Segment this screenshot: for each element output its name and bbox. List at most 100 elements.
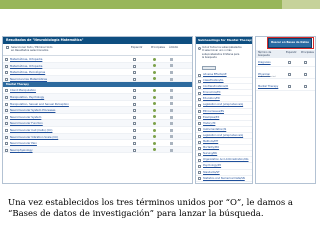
major-topic-icon[interactable]	[153, 141, 156, 145]
major-topic-icon[interactable]	[153, 135, 156, 139]
row-checkbox[interactable]	[5, 64, 8, 68]
row-checkbox[interactable]	[5, 109, 8, 113]
row-checkbox[interactable]	[5, 102, 8, 106]
scope-note-icon[interactable]	[170, 70, 173, 74]
row-checkbox[interactable]	[5, 135, 8, 139]
row-checkbox[interactable]	[5, 95, 8, 99]
expand-checkbox[interactable]	[133, 122, 136, 126]
row-checkbox[interactable]	[5, 128, 8, 132]
major-topic-icon[interactable]	[153, 88, 156, 92]
term-link[interactable]: Neurophysiology	[10, 147, 33, 154]
scope-note-icon[interactable]	[170, 77, 173, 81]
expand-checkbox[interactable]	[133, 102, 136, 106]
expand-checkbox[interactable]	[133, 142, 136, 146]
subheading-checkbox[interactable]	[198, 110, 201, 114]
subheading-checkbox[interactable]	[198, 146, 201, 150]
scope-note-icon[interactable]	[170, 95, 173, 99]
scope-note-icon[interactable]	[170, 64, 173, 68]
subheading-checkbox[interactable]	[198, 134, 201, 138]
term-link[interactable]: Matemáticas, Ortopedia	[10, 56, 42, 63]
term-link[interactable]: Neuromuscular Vibration Scale (CC)	[10, 134, 58, 141]
scope-note-icon[interactable]	[170, 141, 173, 145]
major-topic-icon[interactable]	[153, 77, 156, 81]
scope-note-icon[interactable]	[170, 135, 173, 139]
row-checkbox[interactable]	[5, 115, 8, 119]
expand-checkbox[interactable]	[133, 115, 136, 119]
expand-checkbox[interactable]	[133, 95, 136, 99]
term-link[interactable]: Matemáticas, Ortopedia	[10, 63, 42, 70]
term-link[interactable]: Neuromuscular Pain	[10, 140, 37, 147]
major-topic-icon[interactable]	[153, 121, 156, 125]
subheading-checkbox[interactable]	[198, 85, 201, 89]
row-checkbox[interactable]	[5, 77, 8, 81]
term-link[interactable]: Neurociencias Matemáticas	[10, 76, 47, 83]
subheading-checkbox[interactable]	[198, 177, 201, 181]
major-topic-icon[interactable]	[153, 57, 156, 61]
include-all-radio[interactable]	[198, 46, 201, 50]
subheading-checkbox[interactable]	[198, 128, 201, 132]
major-topic-icon[interactable]	[153, 64, 156, 68]
subheading-checkbox[interactable]	[198, 158, 201, 162]
scope-note-icon[interactable]	[170, 57, 173, 61]
scope-note-icon[interactable]	[170, 122, 173, 126]
subheading-checkbox[interactable]	[198, 140, 201, 144]
row-checkbox[interactable]	[5, 142, 8, 146]
major-topic-icon[interactable]	[153, 70, 156, 74]
expand-checkbox[interactable]	[133, 148, 136, 152]
scope-note-icon[interactable]	[170, 115, 173, 119]
continue-button[interactable]	[202, 66, 216, 70]
expand-checkbox[interactable]	[133, 135, 136, 139]
expand-checkbox[interactable]	[133, 128, 136, 132]
row-checkbox[interactable]	[5, 148, 8, 152]
subheading-checkbox[interactable]	[198, 116, 201, 120]
subheading-checkbox[interactable]	[198, 73, 201, 77]
term-link[interactable]: Manipulation, Sexual and Sexual Percepti…	[10, 101, 69, 108]
term-link[interactable]: Neuromuscular System	[10, 114, 41, 121]
subheading-checkbox[interactable]	[198, 97, 201, 101]
subheading-checkbox[interactable]	[198, 79, 201, 83]
term-major-checkbox[interactable]	[304, 61, 307, 64]
expand-checkbox[interactable]	[133, 77, 136, 81]
row-checkbox[interactable]	[5, 58, 8, 61]
scope-note-icon[interactable]	[170, 148, 173, 152]
term-link[interactable]: Neuromuscular Function	[10, 120, 43, 127]
term-link[interactable]: Manipulation, Psychology	[10, 94, 44, 101]
scope-note-icon[interactable]	[170, 128, 173, 132]
row-checkbox[interactable]	[5, 122, 8, 126]
row-checkbox[interactable]	[5, 89, 8, 93]
subheading-checkbox[interactable]	[198, 152, 201, 156]
expand-checkbox[interactable]	[133, 71, 136, 75]
search-term-link[interactable]: Mental Therapy	[258, 85, 278, 88]
subheading-checkbox[interactable]	[198, 165, 201, 168]
term-expand-checkbox[interactable]	[288, 73, 291, 76]
term-expand-checkbox[interactable]	[288, 85, 291, 88]
row-checkbox[interactable]	[5, 71, 8, 75]
major-topic-icon[interactable]	[153, 95, 156, 99]
search-term-link[interactable]: Diagnosis	[258, 61, 271, 64]
expand-checkbox[interactable]	[133, 89, 136, 93]
subheading-checkbox[interactable]	[198, 122, 201, 126]
search-databases-button[interactable]: Buscar en Bases de Datos	[268, 38, 312, 48]
scope-note-icon[interactable]	[170, 108, 173, 112]
major-topic-icon[interactable]	[153, 108, 156, 112]
expand-checkbox[interactable]	[133, 64, 136, 68]
subheading-checkbox[interactable]	[198, 171, 201, 175]
term-expand-checkbox[interactable]	[288, 61, 291, 64]
expand-checkbox[interactable]	[133, 109, 136, 113]
subheading-checkbox[interactable]	[198, 104, 201, 108]
major-topic-icon[interactable]	[153, 148, 156, 152]
scope-note-icon[interactable]	[170, 102, 173, 106]
term-major-checkbox[interactable]	[304, 73, 307, 76]
term-major-checkbox[interactable]	[304, 85, 307, 88]
expand-checkbox[interactable]	[133, 58, 136, 61]
major-topic-icon[interactable]	[153, 128, 156, 132]
select-all-checkbox[interactable]	[6, 46, 9, 49]
term-link[interactable]: Neuromuscular System Processes	[10, 107, 55, 114]
major-topic-icon[interactable]	[153, 115, 156, 119]
major-topic-icon[interactable]	[153, 102, 156, 106]
term-link[interactable]: Neuromuscular Cell (Cells) (CC)	[10, 127, 52, 134]
term-link[interactable]: Matemáticas, Psicológicas	[10, 69, 45, 76]
term-link[interactable]: Client Manipulation	[10, 87, 36, 94]
subheading-checkbox[interactable]	[198, 91, 201, 95]
subheading-link[interactable]: Statistics And Numerical Data/SN	[203, 176, 245, 182]
